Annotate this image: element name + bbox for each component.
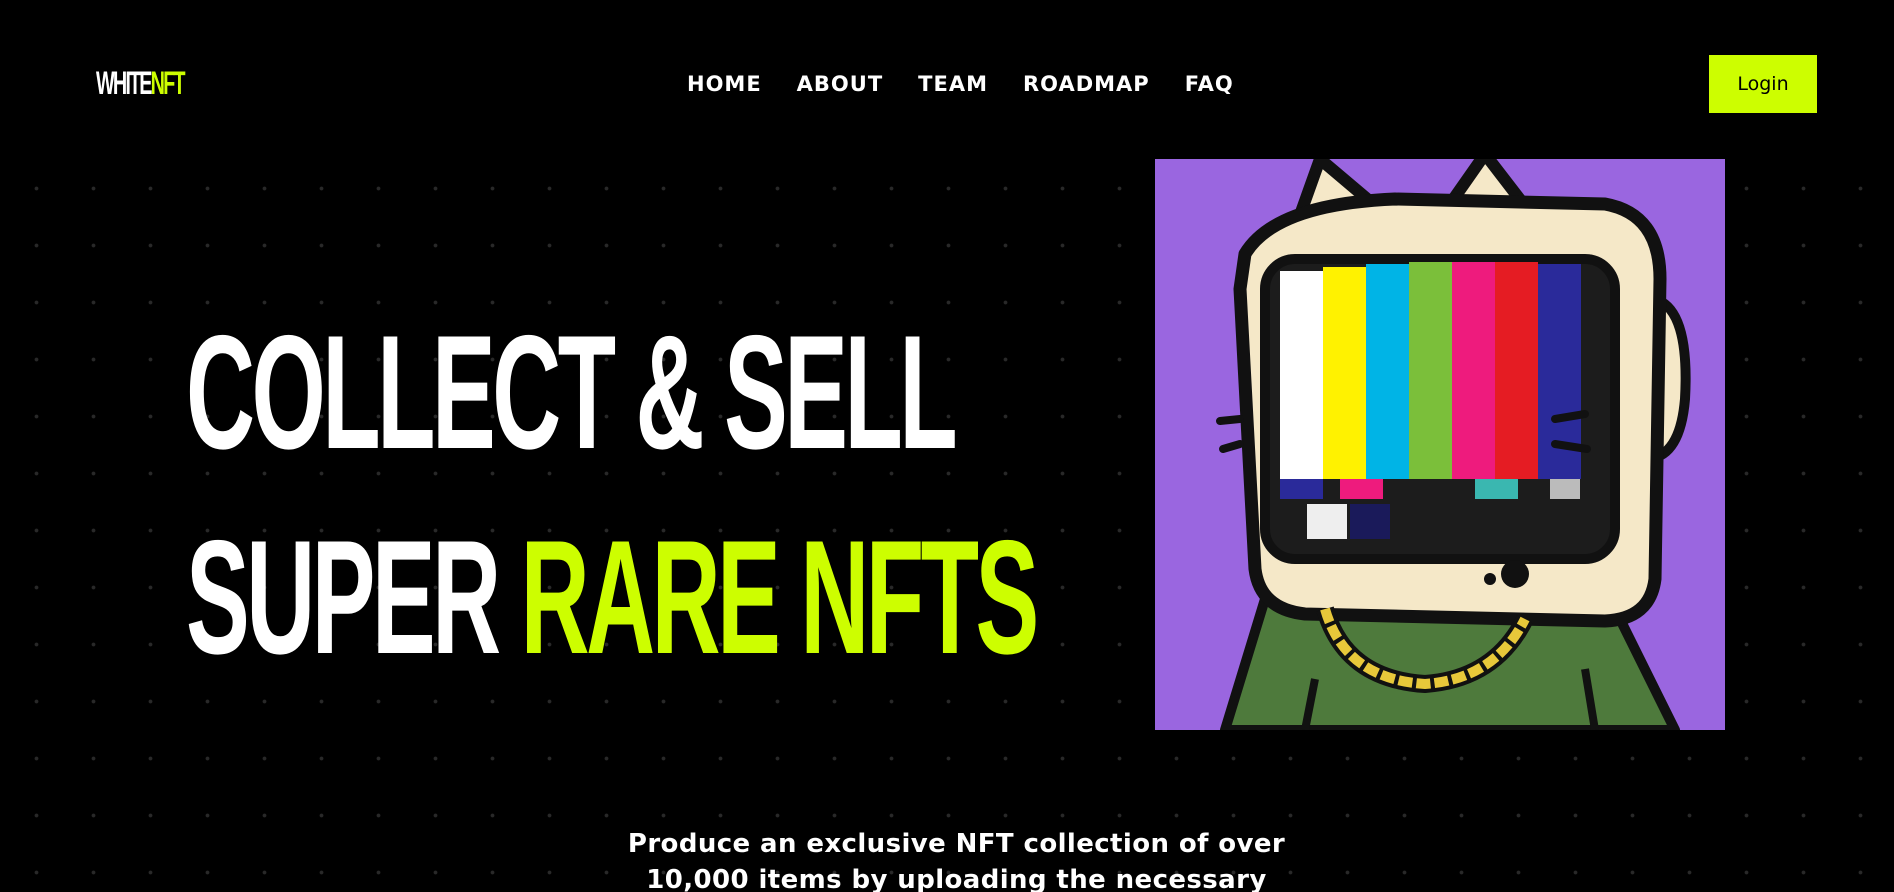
nav-team[interactable]: TEAM — [918, 70, 988, 98]
hero-headline: COLLECT & SELL SUPER RARE NFTS — [186, 290, 1040, 700]
nav-faq[interactable]: FAQ — [1185, 70, 1234, 98]
login-button[interactable]: Login — [1709, 55, 1817, 113]
headline-accent: RARE NFTS — [520, 507, 1040, 688]
headline-line-1: COLLECT & SELL — [186, 302, 958, 483]
nav-roadmap[interactable]: ROADMAP — [1023, 70, 1150, 98]
headline-line-2: SUPER RARE NFTS — [186, 507, 1040, 688]
page: WHITENFT HOME ABOUT TEAM ROADMAP FAQ Log… — [0, 0, 1894, 892]
nav-about[interactable]: ABOUT — [797, 70, 884, 98]
header: WHITENFT HOME ABOUT TEAM ROADMAP FAQ Log… — [0, 0, 1894, 150]
hero-nft-image — [1155, 159, 1725, 730]
nav-home[interactable]: HOME — [687, 70, 762, 98]
logo[interactable]: WHITENFT — [96, 66, 185, 100]
tv-head-character-illustration — [1216, 159, 1691, 730]
main-nav: HOME ABOUT TEAM ROADMAP FAQ — [687, 70, 1234, 98]
hero-description: Produce an exclusive NFT collection of o… — [627, 829, 1286, 892]
